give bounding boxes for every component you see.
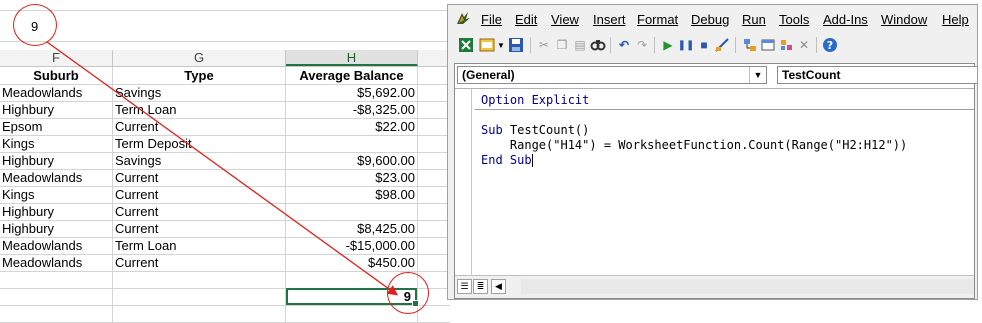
annotation-arrow bbox=[46, 41, 399, 296]
